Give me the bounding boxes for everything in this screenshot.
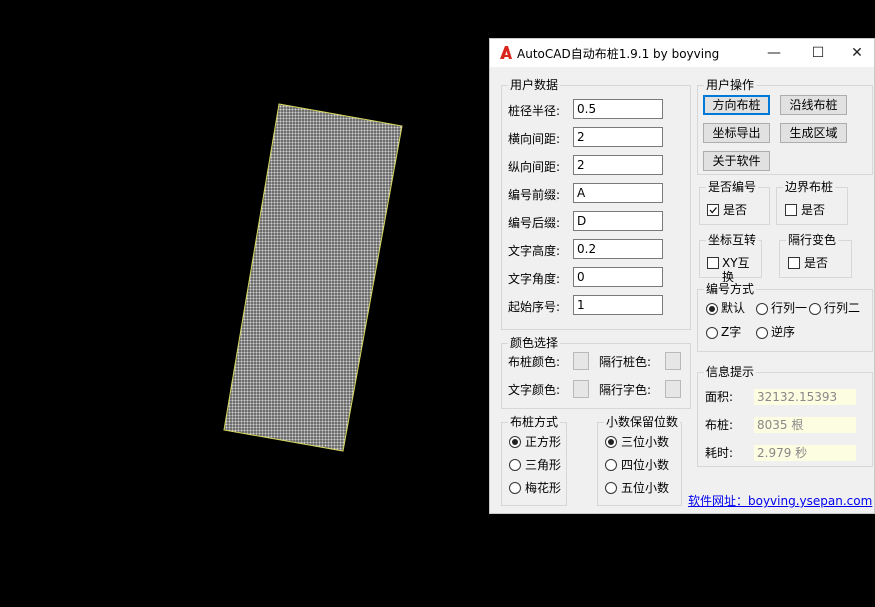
- number-prefix-label: 编号前缀:: [508, 188, 561, 202]
- minimize-button[interactable]: —: [752, 39, 796, 67]
- row-color-group: 隔行变色 是否: [779, 233, 852, 278]
- info-title: 信息提示: [704, 365, 757, 379]
- text-height-label: 文字高度:: [508, 244, 561, 258]
- numbering-default-radio[interactable]: [706, 303, 718, 315]
- border-pile-group: 边界布桩 是否: [776, 180, 848, 225]
- decimals-group: 小数保留位数 三位小数 四位小数 五位小数: [597, 415, 682, 506]
- pile-region: [223, 103, 403, 452]
- horizontal-spacing-input[interactable]: 2: [573, 127, 663, 147]
- user-data-title: 用户数据: [508, 78, 561, 92]
- color-select-group: 颜色选择 布桩颜色: 隔行桩色: 文字颜色: 隔行字色:: [501, 336, 691, 409]
- decimals-three-radio[interactable]: [605, 436, 617, 448]
- decimals-five-label: 五位小数: [621, 481, 670, 495]
- info-group: 信息提示 面积: 32132.15393 布桩: 8035 根 耗时: 2.97…: [697, 365, 873, 467]
- numbering-mode-title: 编号方式: [704, 282, 757, 296]
- row-color-checkbox[interactable]: [788, 257, 800, 269]
- layout-triangle-radio[interactable]: [509, 459, 521, 471]
- alt-pile-color-label: 隔行桩色:: [599, 355, 652, 369]
- alt-text-color-swatch[interactable]: [665, 380, 681, 398]
- generate-region-button[interactable]: 生成区域: [780, 123, 847, 143]
- title-bar[interactable]: AutoCAD自动布桩1.9.1 by boyving — ☐ ✕: [490, 39, 874, 67]
- text-angle-label: 文字角度:: [508, 272, 561, 286]
- vertical-spacing-input[interactable]: 2: [573, 155, 663, 175]
- alt-pile-color-swatch[interactable]: [665, 352, 681, 370]
- maximize-button[interactable]: ☐: [796, 39, 840, 67]
- color-select-title: 颜色选择: [508, 336, 561, 350]
- about-button[interactable]: 关于软件: [703, 151, 770, 171]
- pile-count-value: 8035 根: [754, 417, 856, 433]
- numbering-reverse-radio[interactable]: [756, 327, 768, 339]
- alt-text-color-label: 隔行字色:: [599, 383, 652, 397]
- user-data-group: 用户数据 桩径半径: 0.5 横向间距: 2 纵向间距: 2 编号前缀: A 编…: [501, 78, 691, 330]
- row-color-label: 是否: [804, 256, 829, 270]
- decimals-title: 小数保留位数: [604, 415, 681, 429]
- layout-quincunx-radio[interactable]: [509, 482, 521, 494]
- text-color-label: 文字颜色:: [508, 383, 561, 397]
- close-button[interactable]: ✕: [835, 39, 875, 67]
- numbering-rowcol2-radio[interactable]: [809, 303, 821, 315]
- numbering-default-label: 默认: [721, 301, 746, 315]
- along-line-layout-button[interactable]: 沿线布桩: [780, 95, 847, 115]
- direction-layout-button[interactable]: 方向布桩: [703, 95, 770, 115]
- pile-radius-input[interactable]: 0.5: [573, 99, 663, 119]
- elapsed-label: 耗时:: [705, 446, 734, 460]
- cad-drawing-canvas[interactable]: [0, 0, 488, 607]
- border-pile-title: 边界布桩: [783, 180, 836, 194]
- numbering-rowcol1-label: 行列一: [771, 301, 808, 315]
- check-icon: [709, 207, 717, 214]
- website-link[interactable]: 软件网址：boyving.ysepan.com: [688, 492, 872, 509]
- layout-square-radio[interactable]: [509, 436, 521, 448]
- numbering-z-radio[interactable]: [706, 327, 718, 339]
- area-label: 面积:: [705, 390, 734, 404]
- pile-radius-label: 桩径半径:: [508, 104, 561, 118]
- xy-swap-checkbox[interactable]: [707, 257, 719, 269]
- number-prefix-input[interactable]: A: [573, 183, 663, 203]
- numbering-mode-group: 编号方式 默认 行列一 行列二 Z字 逆序: [697, 282, 873, 352]
- decimals-five-radio[interactable]: [605, 482, 617, 494]
- layout-mode-title: 布桩方式: [508, 415, 561, 429]
- area-value: 32132.15393: [754, 389, 856, 405]
- layout-quincunx-label: 梅花形: [525, 481, 562, 495]
- numbering-label: 是否: [723, 203, 748, 217]
- row-color-title: 隔行变色: [786, 233, 839, 247]
- pile-count-label: 布桩:: [705, 418, 734, 432]
- number-suffix-label: 编号后缀:: [508, 216, 561, 230]
- numbering-reverse-label: 逆序: [771, 325, 796, 339]
- text-height-input[interactable]: 0.2: [573, 239, 663, 259]
- user-ops-group: 用户操作 方向布桩 沿线布桩 坐标导出 生成区域 关于软件: [697, 78, 873, 175]
- text-angle-input[interactable]: 0: [573, 267, 663, 287]
- pile-color-label: 布桩颜色:: [508, 355, 561, 369]
- start-number-label: 起始序号:: [508, 300, 561, 314]
- autocad-logo-icon: [500, 46, 512, 59]
- vertical-spacing-label: 纵向间距:: [508, 160, 561, 174]
- numbering-checkbox[interactable]: [707, 204, 719, 216]
- numbering-z-label: Z字: [721, 325, 742, 339]
- window-title: AutoCAD自动布桩1.9.1 by boyving: [517, 47, 720, 61]
- numbering-rowcol2-label: 行列二: [824, 301, 861, 315]
- xy-swap-label: XY互换: [722, 256, 750, 284]
- pile-color-swatch[interactable]: [573, 352, 589, 370]
- border-pile-label: 是否: [801, 203, 826, 217]
- numbering-group: 是否编号 是否: [699, 180, 770, 225]
- border-pile-checkbox[interactable]: [785, 204, 797, 216]
- numbering-rowcol1-radio[interactable]: [756, 303, 768, 315]
- horizontal-spacing-label: 横向间距:: [508, 132, 561, 146]
- coord-swap-group: 坐标互转 XY互换: [699, 233, 762, 284]
- export-coords-button[interactable]: 坐标导出: [703, 123, 770, 143]
- decimals-four-label: 四位小数: [621, 458, 670, 472]
- app-window: AutoCAD自动布桩1.9.1 by boyving — ☐ ✕ 用户数据 桩…: [489, 38, 875, 514]
- layout-square-label: 正方形: [525, 435, 562, 449]
- pile-region-drawing: [223, 103, 403, 452]
- number-suffix-input[interactable]: D: [573, 211, 663, 231]
- elapsed-value: 2.979 秒: [754, 445, 856, 461]
- layout-mode-group: 布桩方式 正方形 三角形 梅花形: [501, 415, 567, 506]
- decimals-four-radio[interactable]: [605, 459, 617, 471]
- start-number-input[interactable]: 1: [573, 295, 663, 315]
- numbering-title: 是否编号: [706, 180, 759, 194]
- layout-triangle-label: 三角形: [525, 458, 562, 472]
- coord-swap-title: 坐标互转: [706, 233, 759, 247]
- user-ops-title: 用户操作: [704, 78, 757, 92]
- decimals-three-label: 三位小数: [621, 435, 670, 449]
- text-color-swatch[interactable]: [573, 380, 589, 398]
